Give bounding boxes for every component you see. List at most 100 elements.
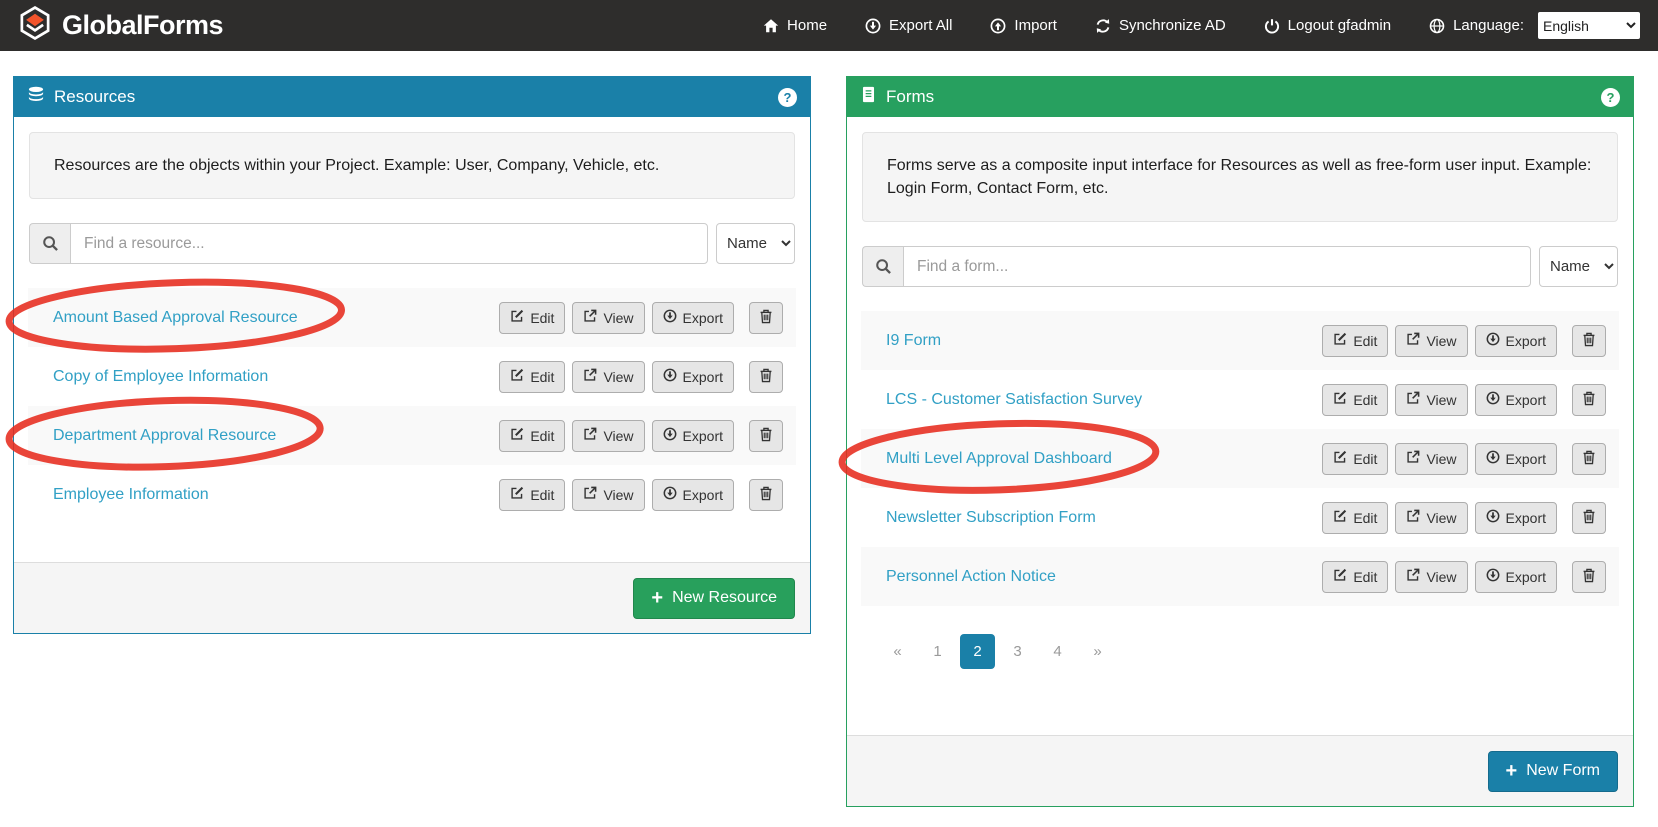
export-button[interactable]: Export (652, 361, 734, 393)
external-link-icon (583, 486, 597, 503)
forms-search-row: Name (862, 246, 1618, 287)
arrow-circle-down-icon (663, 368, 677, 385)
globalforms-logo-icon (18, 6, 52, 45)
forms-list: I9 Form Edit (861, 311, 1619, 606)
edit-icon (1333, 332, 1347, 349)
item-link[interactable]: Personnel Action Notice (886, 568, 1056, 586)
external-link-icon (1406, 568, 1420, 585)
item-link[interactable]: Amount Based Approval Resource (53, 309, 298, 327)
resources-list: Amount Based Approval Resource Edit (28, 288, 796, 524)
external-link-icon (583, 427, 597, 444)
row-actions: Edit View (499, 361, 783, 393)
database-icon (27, 86, 45, 109)
brand[interactable]: GlobalForms (18, 6, 223, 45)
export-button[interactable]: Export (1475, 443, 1557, 475)
edit-button[interactable]: Edit (1322, 443, 1388, 475)
edit-button[interactable]: Edit (499, 479, 565, 511)
forms-description: Forms serve as a composite input interfa… (862, 132, 1618, 222)
resources-description: Resources are the objects within your Pr… (29, 132, 795, 199)
edit-button[interactable]: Edit (1322, 384, 1388, 416)
edit-icon (510, 427, 524, 444)
item-link[interactable]: Copy of Employee Information (53, 368, 268, 386)
edit-icon (1333, 450, 1347, 467)
pagination-item[interactable]: » (1080, 634, 1115, 669)
row-actions: Edit View (1322, 325, 1606, 357)
edit-button[interactable]: Edit (499, 361, 565, 393)
view-button[interactable]: View (1395, 443, 1467, 475)
trash-icon (1582, 509, 1596, 527)
help-icon[interactable]: ? (1601, 88, 1620, 107)
pagination-item[interactable]: « (880, 634, 915, 669)
export-button[interactable]: Export (1475, 561, 1557, 593)
item-link[interactable]: Multi Level Approval Dashboard (886, 450, 1112, 468)
nav-synchronize-ad[interactable]: Synchronize AD (1095, 17, 1226, 34)
edit-button[interactable]: Edit (499, 420, 565, 452)
delete-button[interactable] (1572, 561, 1606, 593)
view-button[interactable]: View (572, 302, 644, 334)
new-resource-button[interactable]: + New Resource (633, 578, 795, 619)
view-button[interactable]: View (1395, 325, 1467, 357)
delete-button[interactable] (749, 479, 783, 511)
arrow-circle-down-icon (1486, 509, 1500, 526)
edit-button[interactable]: Edit (1322, 561, 1388, 593)
list-item: Multi Level Approval Dashboard Edit (861, 429, 1619, 488)
export-button[interactable]: Export (1475, 502, 1557, 534)
trash-icon (1582, 568, 1596, 586)
delete-button[interactable] (749, 420, 783, 452)
external-link-icon (1406, 509, 1420, 526)
edit-icon (510, 368, 524, 385)
export-button[interactable]: Export (652, 479, 734, 511)
arrow-circle-down-icon (663, 309, 677, 326)
arrow-circle-down-icon (663, 486, 677, 503)
view-button[interactable]: View (1395, 561, 1467, 593)
nav-export-all[interactable]: Export All (865, 17, 952, 34)
item-link[interactable]: Department Approval Resource (53, 427, 276, 445)
pagination-item[interactable]: 4 (1040, 634, 1075, 669)
resources-panel-title: Resources (54, 87, 135, 107)
export-button[interactable]: Export (1475, 325, 1557, 357)
pagination-item[interactable]: 3 (1000, 634, 1035, 669)
view-button[interactable]: View (572, 420, 644, 452)
resource-search-input[interactable] (70, 223, 708, 264)
edit-button[interactable]: Edit (1322, 502, 1388, 534)
edit-button[interactable]: Edit (1322, 325, 1388, 357)
item-link[interactable]: Newsletter Subscription Form (886, 509, 1096, 527)
item-link[interactable]: LCS - Customer Satisfaction Survey (886, 391, 1142, 409)
trash-icon (1582, 391, 1596, 409)
delete-button[interactable] (1572, 502, 1606, 534)
nav-import[interactable]: Import (990, 17, 1057, 34)
export-button[interactable]: Export (652, 302, 734, 334)
item-link[interactable]: Employee Information (53, 486, 209, 504)
resource-sort-select[interactable]: Name (716, 223, 795, 264)
delete-button[interactable] (749, 361, 783, 393)
delete-button[interactable] (749, 302, 783, 334)
list-item: Employee Information Edit (28, 465, 796, 524)
item-link[interactable]: I9 Form (886, 332, 941, 350)
new-form-button[interactable]: + New Form (1488, 751, 1618, 792)
edit-button[interactable]: Edit (499, 302, 565, 334)
arrow-circle-down-icon (663, 427, 677, 444)
pagination-item[interactable]: 1 (920, 634, 955, 669)
export-button[interactable]: Export (1475, 384, 1557, 416)
view-button[interactable]: View (572, 479, 644, 511)
view-button[interactable]: View (1395, 502, 1467, 534)
export-button[interactable]: Export (652, 420, 734, 452)
nav-language-label: Language: (1429, 17, 1524, 34)
view-button[interactable]: View (572, 361, 644, 393)
delete-button[interactable] (1572, 443, 1606, 475)
row-actions: Edit View (1322, 502, 1606, 534)
list-item: Copy of Employee Information Edit (28, 347, 796, 406)
help-icon[interactable]: ? (778, 88, 797, 107)
form-sort-select[interactable]: Name (1539, 246, 1618, 287)
delete-button[interactable] (1572, 325, 1606, 357)
nav-home[interactable]: Home (763, 17, 827, 34)
row-actions: Edit View (1322, 384, 1606, 416)
pagination-item[interactable]: 2 (960, 634, 995, 669)
row-actions: Edit View (499, 420, 783, 452)
language-select[interactable]: English (1538, 12, 1640, 39)
delete-button[interactable] (1572, 384, 1606, 416)
view-button[interactable]: View (1395, 384, 1467, 416)
form-search-input[interactable] (903, 246, 1531, 287)
nav-logout[interactable]: Logout gfadmin (1264, 17, 1391, 34)
pagination: «1234» (880, 634, 1618, 669)
